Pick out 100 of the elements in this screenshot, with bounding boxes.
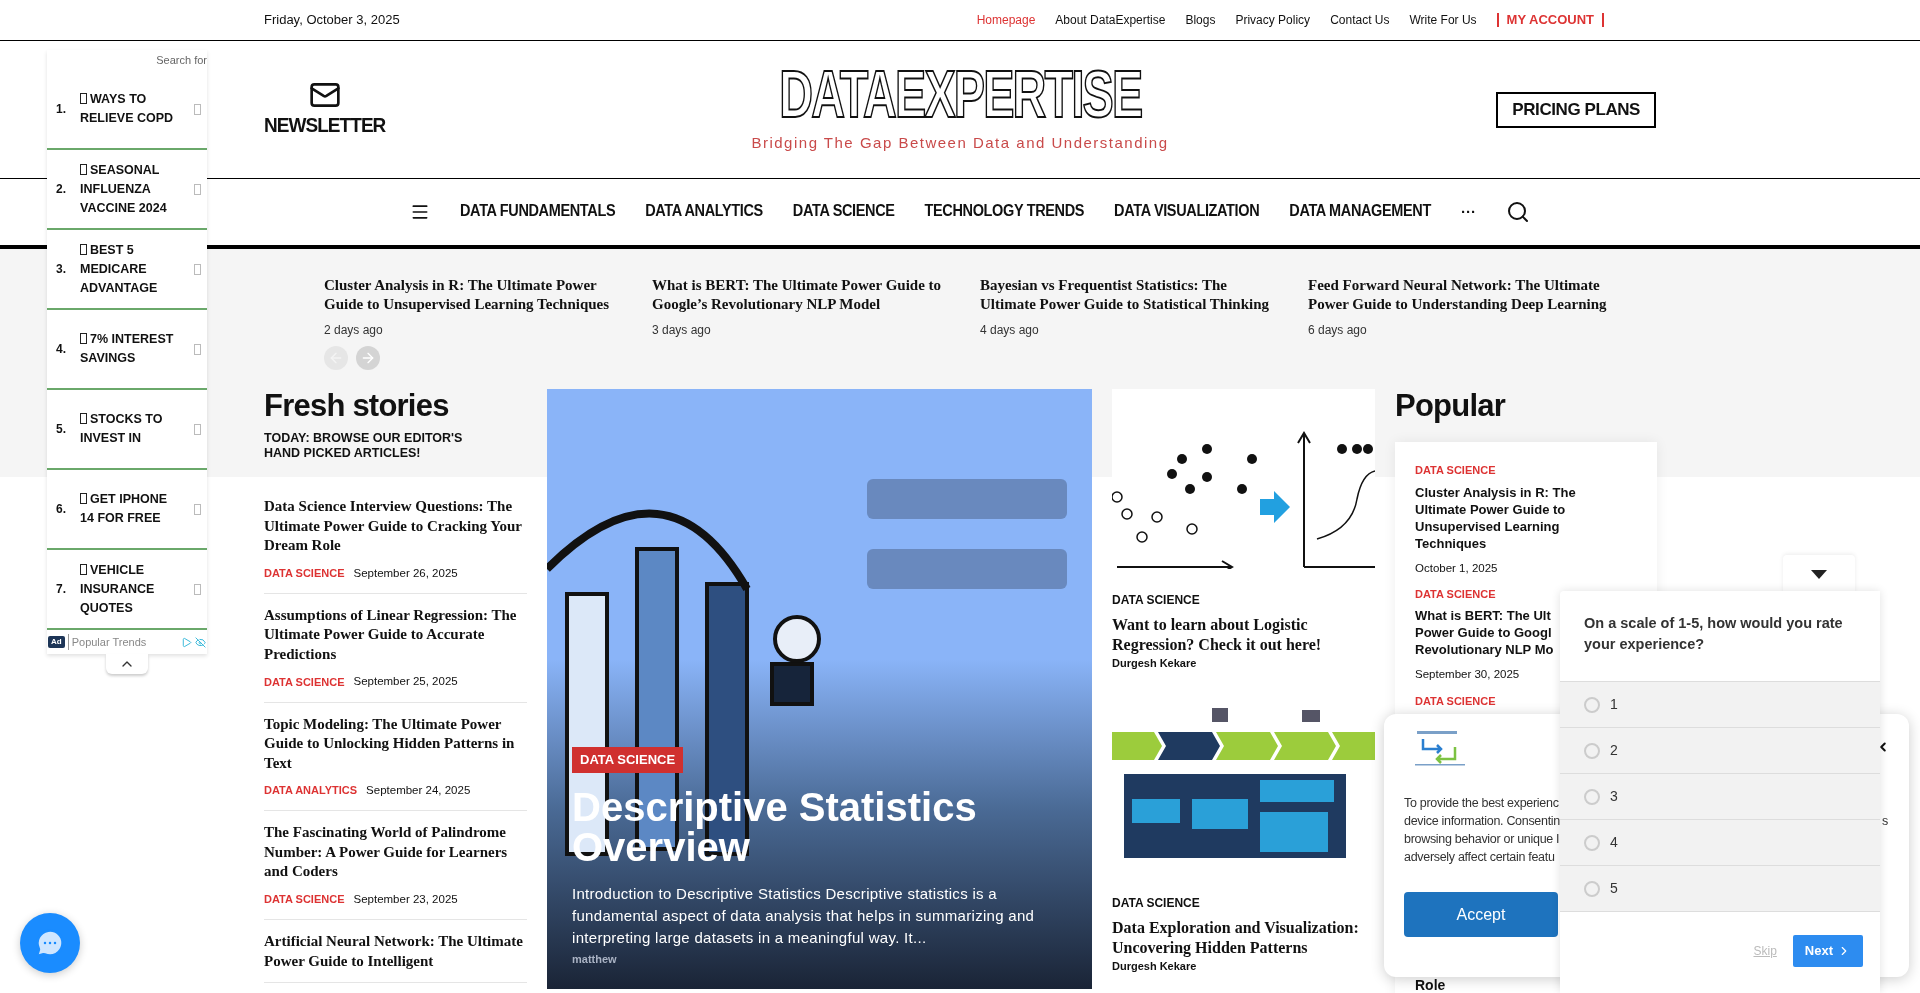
story-date: September 25, 2025 [353, 674, 458, 690]
story-title[interactable]: The Fascinating World of Palindrome Number: A Power Guide for Learners and Coders [264, 823, 527, 882]
top-nav-link[interactable]: About DataExpertise [1055, 11, 1166, 29]
site-logo[interactable]: DATAEXPERTISE [778, 55, 1142, 134]
category-badge[interactable]: DATA SCIENCE [572, 747, 684, 773]
consent-text: adversely affect certain featu [1404, 849, 1556, 866]
ticker-time: 4 days ago [980, 322, 1040, 339]
nav-link[interactable]: DATA ANALYTICS [645, 200, 763, 224]
nav-link[interactable]: TECHNOLOGY TRENDS [924, 200, 1085, 224]
rating-option[interactable]: 3 [1560, 773, 1880, 819]
play-icon[interactable] [181, 636, 192, 648]
ad-item[interactable]: 1. WAYS TO RELIEVE COPD [47, 70, 207, 150]
radio-button[interactable] [1584, 880, 1600, 897]
radio-button[interactable] [1584, 788, 1600, 805]
ad-item[interactable]: 5. STOCKS TO INVEST IN [47, 390, 207, 470]
hero-excerpt: Introduction to Descriptive Statistics Descriptive statistics is a fundamental aspect of data analysis that helps in summarizing and interpreting large datasets in a meaningful way. It... [572, 883, 1036, 948]
category-link[interactable]: DATA ANALYTICS [264, 782, 358, 799]
ticker-time: 3 days ago [652, 322, 712, 339]
ad-source: Popular Trends [67, 633, 178, 651]
popular-title[interactable]: Cluster Analysis in R: The Ultimate Power Guide to Unsupervised Learning Techniques [1415, 483, 1576, 552]
top-nav-link[interactable]: Privacy Policy [1235, 11, 1311, 29]
search-label: Search for [156, 52, 207, 68]
chat-icon [35, 928, 65, 958]
category-link[interactable]: DATA SCIENCE [264, 891, 345, 908]
card-category[interactable]: DATA SCIENCE [1112, 893, 1375, 912]
ad-item[interactable]: 4. 7% INTEREST SAVINGS [47, 310, 207, 390]
rating-option[interactable]: 4 [1560, 819, 1880, 865]
survey-question: On a scale of 1-5, how would you rate your experience? [1583, 614, 1844, 654]
category-link[interactable]: DATA SCIENCE [1415, 585, 1496, 603]
radio-button[interactable] [1584, 742, 1600, 759]
story-date: September 26, 2025 [353, 565, 458, 581]
menu-icon[interactable] [410, 202, 430, 222]
top-nav-link[interactable]: Contact Us [1330, 11, 1390, 29]
ticker-time: 6 days ago [1308, 322, 1368, 339]
top-nav-link[interactable]: Blogs [1185, 11, 1216, 29]
glyph-icon [194, 183, 201, 195]
caret-icon [1811, 569, 1827, 579]
category-link[interactable]: DATA SCIENCE [1415, 692, 1496, 709]
date-text: Friday, October 3, 2025 [264, 11, 400, 30]
radio-button[interactable] [1584, 834, 1600, 851]
author-name[interactable]: matthew [572, 950, 617, 967]
glyph-icon [194, 583, 201, 595]
top-nav-link[interactable]: Write For Us [1409, 11, 1477, 29]
ticker-title[interactable]: Bayesian vs Frequentist Statistics: The Ultimate Power Guide to Statistical Thinking [980, 276, 1284, 314]
glyph-icon [80, 563, 87, 575]
card-category[interactable]: DATA SCIENCE [1112, 591, 1375, 609]
site-logo-icon [1413, 729, 1467, 767]
glyph-icon [80, 163, 87, 175]
arrow-right-icon [360, 350, 376, 366]
next-button[interactable] [356, 346, 380, 370]
consent-text: To provide the best experienc [1404, 795, 1560, 812]
tagline-text: Bridging The Gap Between Data and Understanding [751, 133, 1169, 154]
category-link[interactable]: DATA SCIENCE [1415, 462, 1496, 479]
search-icon[interactable] [1506, 200, 1530, 224]
more-link[interactable]: ··· [1461, 200, 1476, 224]
glyph-icon [80, 413, 87, 424]
newsletter-link[interactable]: NEWSLETTER [264, 79, 386, 140]
nav-link[interactable]: DATA VISUALIZATION [1114, 200, 1260, 224]
collapse-tab[interactable] [106, 654, 148, 674]
top-nav-link[interactable]: Homepage [976, 11, 1036, 29]
card-title[interactable]: Data Exploration and Visualization: Uncovering Hidden Patterns [1112, 917, 1375, 958]
ticker-title[interactable]: Feed Forward Neural Network: The Ultimate Power Guide to Understanding Deep Learning [1308, 276, 1612, 314]
popular-title[interactable]: What is BERT: The Ult Power Guide to Googl Revolutionary NLP Mo [1415, 607, 1554, 659]
minimize-tab[interactable] [1783, 555, 1855, 593]
rating-option[interactable]: 2 [1560, 727, 1880, 773]
nav-link[interactable]: DATA MANAGEMENT [1289, 200, 1431, 224]
category-link[interactable]: DATA SCIENCE [264, 673, 345, 691]
section-heading: Fresh stories [264, 389, 450, 423]
radio-button[interactable] [1584, 696, 1600, 713]
consent-text: device information. Consentin [1404, 813, 1560, 830]
ad-item[interactable]: 2. SEASONAL INFLUENZA VACCINE 2024 [47, 150, 207, 230]
card-title[interactable]: Want to learn about Logistic Regression? Check it out here! [1112, 615, 1375, 655]
category-link[interactable]: DATA SCIENCE [264, 564, 345, 582]
ticker-title[interactable]: Cluster Analysis in R: The Ultimate Power Guide to Unsupervised Learning Techniques [324, 276, 628, 314]
story-title[interactable]: Topic Modeling: The Ultimate Power Guide to Unlocking Hidden Patterns in Text [264, 714, 527, 773]
rating-option[interactable]: 1 [1560, 681, 1880, 727]
nav-link[interactable]: DATA SCIENCE [792, 200, 895, 224]
nav-link[interactable]: DATA FUNDAMENTALS [460, 200, 616, 224]
story-date: September 24, 2025 [366, 783, 471, 798]
ad-item[interactable]: 6. GET IPHONE 14 FOR FREE [47, 470, 207, 550]
popular-date: September 30, 2025 [1415, 667, 1520, 683]
pricing-plans-button[interactable]: PRICING PLANS [1496, 91, 1656, 128]
ad-item[interactable]: 7. VEHICLE INSURANCE QUOTES [47, 550, 207, 630]
glyph-icon [194, 263, 201, 275]
consent-text: s [1882, 813, 1889, 830]
rating-option[interactable]: 5 [1560, 865, 1880, 911]
ad-badge: Ad [48, 636, 65, 648]
ad-item[interactable]: 3. BEST 5 MEDICARE ADVANTAGE [47, 230, 207, 310]
card-author[interactable]: Durgesh Kekare [1112, 655, 1375, 672]
account-link[interactable]: MY ACCOUNT [1496, 13, 1604, 27]
ticker-time: 2 days ago [324, 322, 384, 339]
card-author[interactable]: Durgesh Kekare [1112, 957, 1375, 974]
story-title[interactable]: Artificial Neural Network: The Ultimate Power Guide to Intelligent [264, 932, 527, 971]
story-title[interactable]: Assumptions of Linear Regression: The Ultimate Power Guide to Accurate Predictions [264, 605, 527, 665]
popular-title[interactable]: Role [1415, 978, 1446, 992]
story-title[interactable]: Data Science Interview Questions: The Ultimate Power Guide to Cracking Your Dream Role [264, 497, 527, 556]
hide-icon[interactable] [195, 636, 206, 648]
glyph-icon [194, 503, 201, 515]
ticker-title[interactable]: What is BERT: The Ultimate Power Guide to Google’s Revolutionary NLP Model [652, 276, 956, 314]
accept-button[interactable]: Accept [1404, 892, 1558, 937]
